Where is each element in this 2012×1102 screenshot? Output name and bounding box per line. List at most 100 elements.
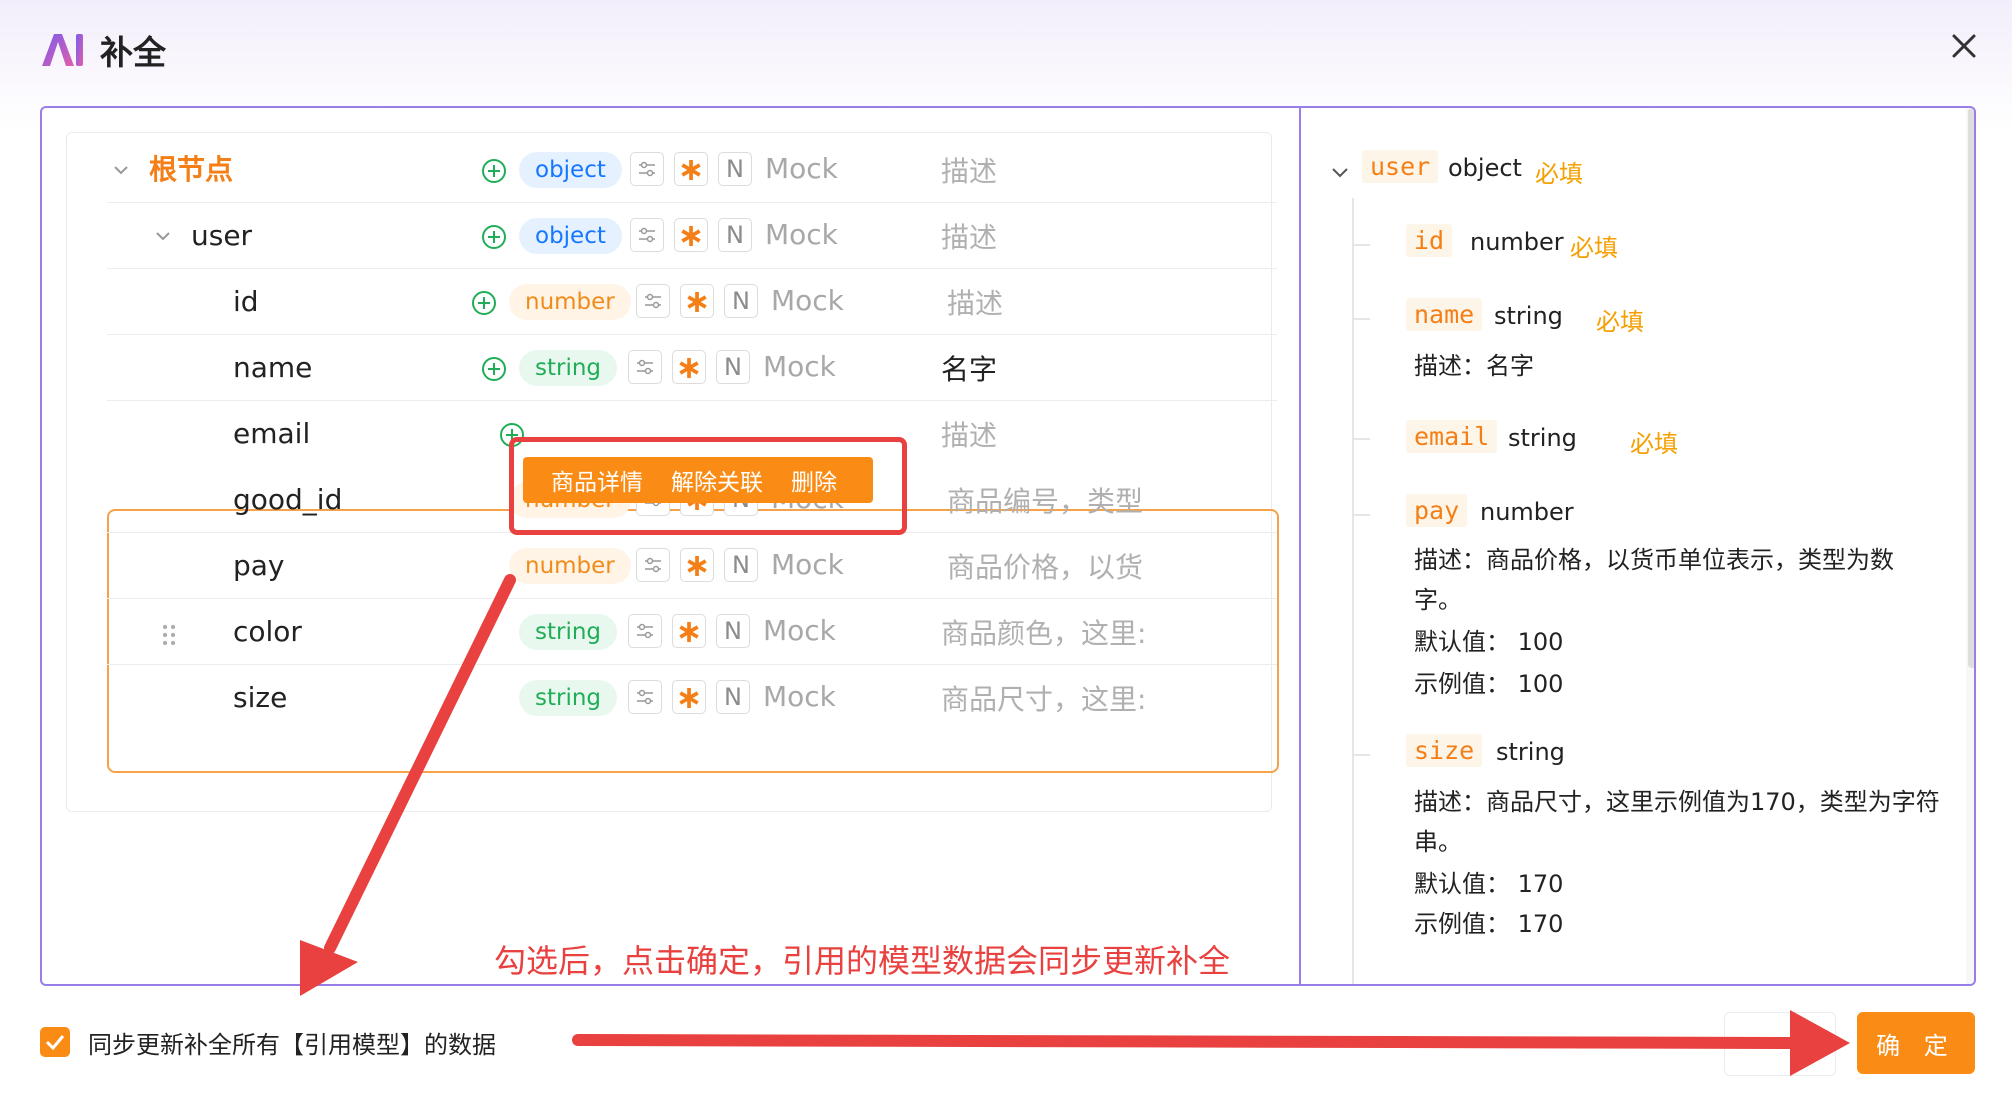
field-name: 根节点 [149, 153, 234, 186]
ai-logo-icon [42, 34, 83, 66]
nullable-toggle[interactable]: N [716, 680, 750, 714]
dialog-header: 补全 [40, 26, 166, 74]
description-field[interactable]: 描述 [941, 150, 1151, 190]
field-name: email [233, 417, 311, 450]
mock-field[interactable]: Mock [763, 350, 836, 383]
preview-example: 示例值： 100 [1414, 670, 1564, 698]
description-field[interactable]: 商品编号，类型 [947, 480, 1157, 520]
preview-required: 必填 [1535, 160, 1583, 188]
preview-example: 示例值： 170 [1414, 910, 1564, 938]
tree-row-size[interactable]: size string ∗ N Mock 商品尺寸，这里: [107, 665, 1277, 731]
field-name: size [233, 681, 288, 714]
mock-field[interactable]: Mock [771, 548, 844, 581]
field-name: id [233, 285, 259, 318]
add-child-icon[interactable] [481, 356, 507, 382]
tree-row-user[interactable]: user object ∗ N Mock 描述 [107, 203, 1277, 269]
mock-field[interactable]: Mock [763, 614, 836, 647]
preview-key: email [1406, 420, 1498, 453]
preview-default: 默认值： 170 [1414, 870, 1564, 898]
description-field[interactable]: 描述 [941, 414, 1151, 454]
nullable-toggle[interactable]: N [724, 284, 758, 318]
required-asterisk-icon[interactable]: ∗ [674, 150, 708, 188]
completion-panel: 根节点 object ∗ N Mock 描述 user object ∗ N M… [40, 106, 1976, 986]
highlight-box [509, 437, 907, 535]
preview-scrollbar[interactable] [1966, 108, 1974, 984]
required-asterisk-icon[interactable]: ∗ [674, 216, 708, 254]
nullable-toggle[interactable]: N [716, 614, 750, 648]
preview-key: size [1406, 734, 1483, 767]
required-asterisk-icon[interactable]: ∗ [672, 612, 706, 650]
preview-key: user [1362, 150, 1439, 183]
preview-desc: 串。 [1414, 828, 1462, 856]
close-icon[interactable] [1946, 28, 1982, 64]
description-field[interactable]: 商品尺寸，这里: [941, 678, 1151, 718]
mock-field[interactable]: Mock [763, 680, 836, 713]
preview-required: 必填 [1596, 308, 1644, 336]
preview-desc: 字。 [1414, 586, 1462, 614]
preview-desc: 描述：名字 [1414, 352, 1534, 380]
panel-divider [1299, 108, 1301, 984]
confirm-button[interactable]: 确 定 [1857, 1012, 1975, 1074]
preview-key: id [1406, 224, 1453, 257]
preview-required: 必填 [1630, 430, 1678, 458]
tree-row-root[interactable]: 根节点 object ∗ N Mock 描述 [107, 137, 1277, 203]
type-badge[interactable]: string [519, 614, 618, 650]
preview-type: object [1448, 154, 1522, 182]
chevron-down-icon[interactable] [111, 160, 131, 180]
settings-sliders-icon[interactable] [628, 680, 662, 714]
chevron-down-icon[interactable] [153, 226, 173, 246]
nullable-toggle[interactable]: N [716, 350, 750, 384]
type-badge[interactable]: string [519, 680, 618, 716]
required-asterisk-icon[interactable]: ∗ [680, 546, 714, 584]
preview-desc: 描述：商品尺寸，这里示例值为170，类型为字符 [1414, 788, 1940, 816]
field-name: good_id [233, 483, 343, 516]
description-field[interactable]: 商品颜色，这里: [941, 612, 1151, 652]
settings-sliders-icon[interactable] [636, 548, 670, 582]
preview-type: number [1470, 228, 1564, 256]
mock-field[interactable]: Mock [771, 284, 844, 317]
nullable-toggle[interactable]: N [724, 548, 758, 582]
schema-preview: user object 必填 id number 必填 name string … [1302, 108, 1974, 984]
description-field[interactable]: 名字 [941, 348, 1151, 388]
chevron-down-icon[interactable] [1330, 162, 1350, 182]
required-asterisk-icon[interactable]: ∗ [672, 348, 706, 386]
type-badge[interactable]: number [509, 548, 631, 584]
tree-row-name[interactable]: name string ∗ N Mock 名字 [107, 335, 1277, 401]
description-field[interactable]: 描述 [947, 282, 1157, 322]
preview-key: name [1406, 298, 1483, 331]
preview-type: string [1508, 424, 1577, 452]
sync-label[interactable]: 同步更新补全所有【引用模型】的数据 [88, 1025, 496, 1060]
type-badge[interactable]: object [519, 218, 622, 254]
preview-type: string [1496, 738, 1565, 766]
preview-default: 默认值： 100 [1414, 628, 1564, 656]
add-child-icon[interactable] [471, 290, 497, 316]
cancel-button[interactable] [1724, 1012, 1836, 1076]
mock-field[interactable]: Mock [765, 152, 838, 185]
field-name: pay [233, 549, 285, 582]
tree-row-pay[interactable]: pay number ∗ N Mock 商品价格，以货 [107, 533, 1277, 599]
required-asterisk-icon[interactable]: ∗ [680, 282, 714, 320]
settings-sliders-icon[interactable] [628, 614, 662, 648]
settings-sliders-icon[interactable] [630, 152, 664, 186]
type-badge[interactable]: number [509, 284, 631, 320]
required-asterisk-icon[interactable]: ∗ [672, 678, 706, 716]
add-child-icon[interactable] [481, 224, 507, 250]
nullable-toggle[interactable]: N [718, 218, 752, 252]
field-name: name [233, 351, 313, 384]
preview-type: string [1494, 302, 1563, 330]
add-child-icon[interactable] [481, 158, 507, 184]
preview-required: 必填 [1570, 234, 1618, 262]
preview-key: pay [1406, 494, 1468, 527]
settings-sliders-icon[interactable] [630, 218, 664, 252]
description-field[interactable]: 描述 [941, 216, 1151, 256]
type-badge[interactable]: object [519, 152, 622, 188]
type-badge[interactable]: string [519, 350, 618, 386]
tree-row-color[interactable]: color string ∗ N Mock 商品颜色，这里: [107, 599, 1277, 665]
description-field[interactable]: 商品价格，以货 [947, 546, 1157, 586]
mock-field[interactable]: Mock [765, 218, 838, 251]
settings-sliders-icon[interactable] [636, 284, 670, 318]
settings-sliders-icon[interactable] [628, 350, 662, 384]
sync-checkbox[interactable] [40, 1027, 70, 1057]
tree-row-id[interactable]: id number ∗ N Mock 描述 [107, 269, 1277, 335]
nullable-toggle[interactable]: N [718, 152, 752, 186]
